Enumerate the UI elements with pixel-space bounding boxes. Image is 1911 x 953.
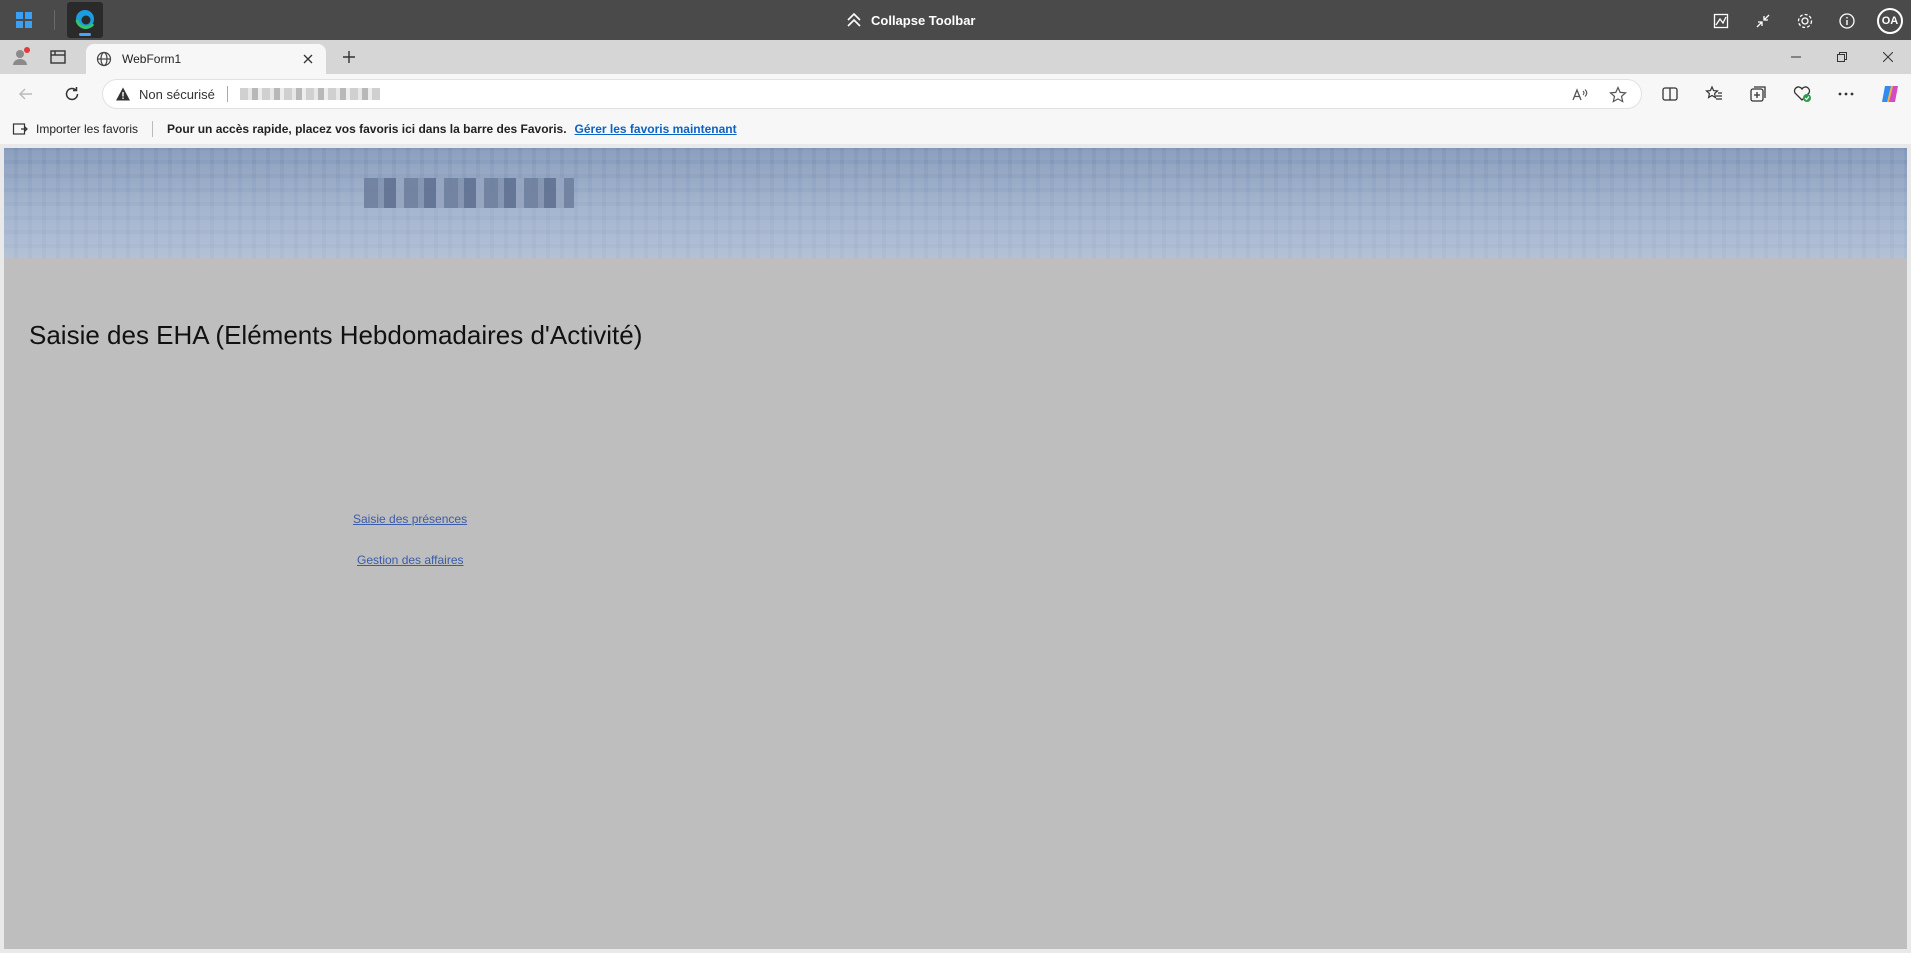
url-text-obscured[interactable]: [239, 88, 380, 100]
divider: [152, 121, 154, 137]
header-banner: [4, 148, 1907, 258]
new-tab-icon[interactable]: [338, 46, 360, 68]
windows-icon[interactable]: [14, 10, 34, 30]
address-bar[interactable]: Non sécurisé: [102, 79, 1642, 109]
import-favorites-label: Importer les favoris: [36, 122, 139, 136]
image-icon[interactable]: [1709, 9, 1733, 33]
page-content: Saisie des EHA (Eléments Hebdomadaires d…: [4, 148, 1907, 949]
read-aloud-icon[interactable]: [1571, 86, 1589, 104]
user-avatar[interactable]: OA: [1877, 8, 1903, 34]
more-options-icon[interactable]: [1834, 82, 1858, 106]
tab-actions-icon[interactable]: [47, 46, 69, 68]
back-arrow-icon[interactable]: [16, 84, 36, 104]
divider: [226, 86, 228, 102]
info-icon[interactable]: [1835, 9, 1859, 33]
gear-icon[interactable]: [1793, 9, 1817, 33]
favorites-icon[interactable]: [1702, 82, 1726, 106]
star-icon[interactable]: [1609, 86, 1627, 104]
copilot-icon[interactable]: [1878, 82, 1902, 106]
divider: [54, 10, 55, 30]
browser-tools: [1658, 82, 1902, 106]
collections-icon[interactable]: [1746, 82, 1770, 106]
globe-icon: [96, 51, 112, 67]
browser-essentials-icon[interactable]: [1790, 82, 1814, 106]
remote-toolbar-actions: OA: [1709, 8, 1903, 34]
close-window-icon[interactable]: [1865, 40, 1911, 74]
collapse-toolbar-button[interactable]: Collapse Toolbar: [845, 10, 976, 30]
favorites-bar: Importer les favoris Pour un accès rapid…: [0, 114, 1911, 144]
edge-app-button[interactable]: [67, 2, 103, 38]
tab-title: WebForm1: [122, 52, 182, 66]
chevrons-up-icon: [847, 12, 861, 27]
banner-logo-obscured: [364, 178, 574, 208]
restore-window-icon[interactable]: [1819, 40, 1865, 74]
gestion-affaires-link[interactable]: Gestion des affaires: [357, 553, 464, 567]
tab-strip: WebForm1: [0, 40, 1911, 74]
favorites-bar-message: Pour un accès rapide, placez vos favoris…: [167, 122, 567, 136]
navigation-bar: Non sécurisé: [0, 74, 1911, 114]
import-icon: [12, 123, 28, 135]
page-title: Saisie des EHA (Eléments Hebdomadaires d…: [29, 320, 643, 350]
split-screen-icon[interactable]: [1658, 82, 1682, 106]
profile-icon[interactable]: [10, 46, 32, 68]
security-status[interactable]: Non sécurisé: [139, 87, 215, 102]
collapse-toolbar-label: Collapse Toolbar: [871, 12, 976, 28]
import-favorites-button[interactable]: Importer les favoris: [12, 121, 138, 137]
window-controls: [1773, 40, 1911, 74]
saisie-presences-link[interactable]: Saisie des présences: [353, 512, 467, 526]
tab-webform1[interactable]: WebForm1: [86, 44, 326, 74]
active-indicator: [79, 33, 91, 36]
close-tab-icon[interactable]: [298, 49, 318, 69]
remote-toolbar: Collapse Toolbar OA: [0, 0, 1911, 40]
refresh-icon[interactable]: [62, 84, 82, 104]
minimize-arrows-icon[interactable]: [1751, 9, 1775, 33]
manage-favorites-link[interactable]: Gérer les favoris maintenant: [575, 122, 737, 136]
warning-icon[interactable]: [115, 86, 131, 102]
minimize-window-icon[interactable]: [1773, 40, 1819, 74]
